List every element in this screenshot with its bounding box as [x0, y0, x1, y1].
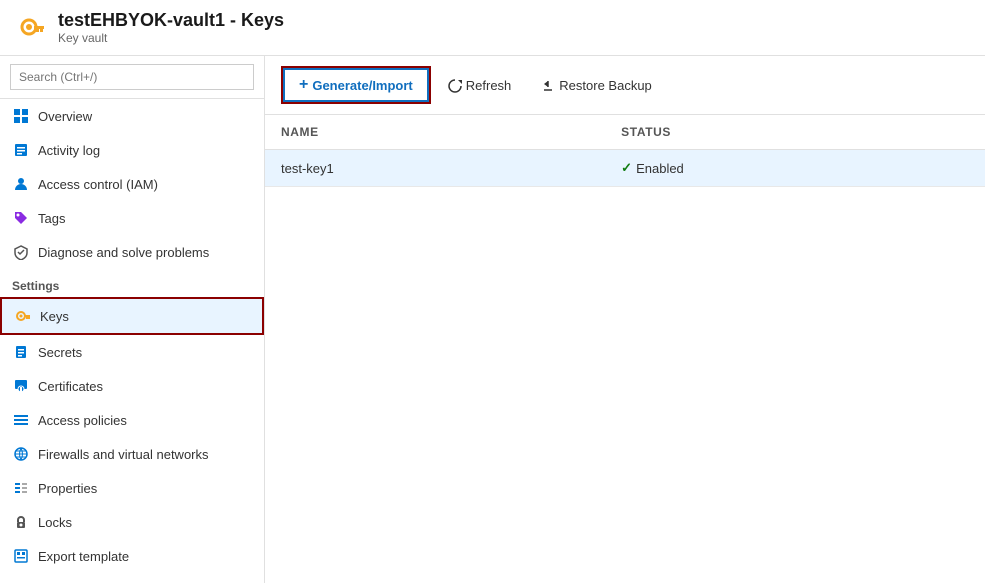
activity-log-icon [12, 141, 30, 159]
sidebar-item-label-keys: Keys [40, 309, 69, 324]
page-header: testEHBYOK-vault1 - Keys Key vault [0, 0, 985, 56]
keys-table-container: NAME STATUS test-key1 ✓ Enabled [265, 115, 985, 583]
sidebar-item-access-policies[interactable]: Access policies [0, 403, 264, 437]
main-layout: Overview Activity log Access control (IA… [0, 56, 985, 583]
sidebar-item-activity-log[interactable]: Activity log [0, 133, 264, 167]
search-container [0, 56, 264, 99]
monitoring-section-header: Monitoring [0, 573, 264, 583]
restore-icon [541, 77, 555, 93]
table-row[interactable]: test-key1 ✓ Enabled [265, 150, 985, 187]
check-icon: ✓ [621, 160, 632, 176]
header-text: testEHBYOK-vault1 - Keys Key vault [58, 10, 284, 45]
sidebar-item-certificates[interactable]: Certificates [0, 369, 264, 403]
sidebar-item-label-secrets: Secrets [38, 345, 82, 360]
sidebar-item-label-properties: Properties [38, 481, 97, 496]
secrets-icon [12, 343, 30, 361]
tags-icon [12, 209, 30, 227]
sidebar-item-firewalls[interactable]: Firewalls and virtual networks [0, 437, 264, 471]
status-label: Enabled [636, 161, 684, 176]
sidebar-item-label-export: Export template [38, 549, 129, 564]
refresh-icon [448, 77, 462, 93]
column-status: STATUS [605, 115, 985, 150]
restore-backup-button[interactable]: Restore Backup [528, 70, 665, 100]
diagnose-icon [12, 243, 30, 261]
sidebar-item-properties[interactable]: Properties [0, 471, 264, 505]
refresh-button[interactable]: Refresh [435, 70, 525, 100]
content-area: + Generate/Import Refresh Restore Backup [265, 56, 985, 583]
cell-key-status: ✓ Enabled [605, 150, 985, 187]
page-subtitle: Key vault [58, 31, 284, 45]
settings-section-header: Settings [0, 269, 264, 297]
sidebar-item-access-control[interactable]: Access control (IAM) [0, 167, 264, 201]
overview-icon [12, 107, 30, 125]
table-header-row: NAME STATUS [265, 115, 985, 150]
sidebar: Overview Activity log Access control (IA… [0, 56, 265, 583]
generate-import-label: Generate/Import [312, 78, 412, 93]
sidebar-item-overview[interactable]: Overview [0, 99, 264, 133]
cell-key-name: test-key1 [265, 150, 605, 187]
refresh-label: Refresh [466, 78, 512, 93]
sidebar-item-label-overview: Overview [38, 109, 92, 124]
sidebar-item-keys[interactable]: Keys [0, 297, 264, 335]
sidebar-item-label-firewalls: Firewalls and virtual networks [38, 447, 209, 462]
key-vault-icon [16, 12, 48, 44]
access-control-icon [12, 175, 30, 193]
sidebar-item-tags[interactable]: Tags [0, 201, 264, 235]
sidebar-item-diagnose[interactable]: Diagnose and solve problems [0, 235, 264, 269]
properties-icon [12, 479, 30, 497]
toolbar: + Generate/Import Refresh Restore Backup [265, 56, 985, 115]
generate-import-highlight: + Generate/Import [281, 66, 431, 104]
sidebar-item-label-diagnose: Diagnose and solve problems [38, 245, 209, 260]
sidebar-item-export-template[interactable]: Export template [0, 539, 264, 573]
access-policies-icon [12, 411, 30, 429]
export-template-icon [12, 547, 30, 565]
sidebar-item-secrets[interactable]: Secrets [0, 335, 264, 369]
sidebar-item-label-policies: Access policies [38, 413, 127, 428]
status-badge: ✓ Enabled [621, 160, 969, 176]
restore-backup-label: Restore Backup [559, 78, 652, 93]
sidebar-item-label-activity: Activity log [38, 143, 100, 158]
sidebar-item-label-certificates: Certificates [38, 379, 103, 394]
search-input[interactable] [10, 64, 254, 90]
keys-table: NAME STATUS test-key1 ✓ Enabled [265, 115, 985, 187]
keys-icon [14, 307, 32, 325]
column-name: NAME [265, 115, 605, 150]
firewalls-icon [12, 445, 30, 463]
page-title: testEHBYOK-vault1 - Keys [58, 10, 284, 31]
plus-icon: + [299, 76, 308, 94]
sidebar-item-label-tags: Tags [38, 211, 65, 226]
generate-import-button[interactable]: + Generate/Import [283, 68, 429, 102]
locks-icon [12, 513, 30, 531]
sidebar-item-locks[interactable]: Locks [0, 505, 264, 539]
certificates-icon [12, 377, 30, 395]
sidebar-item-label-access: Access control (IAM) [38, 177, 158, 192]
sidebar-item-label-locks: Locks [38, 515, 72, 530]
